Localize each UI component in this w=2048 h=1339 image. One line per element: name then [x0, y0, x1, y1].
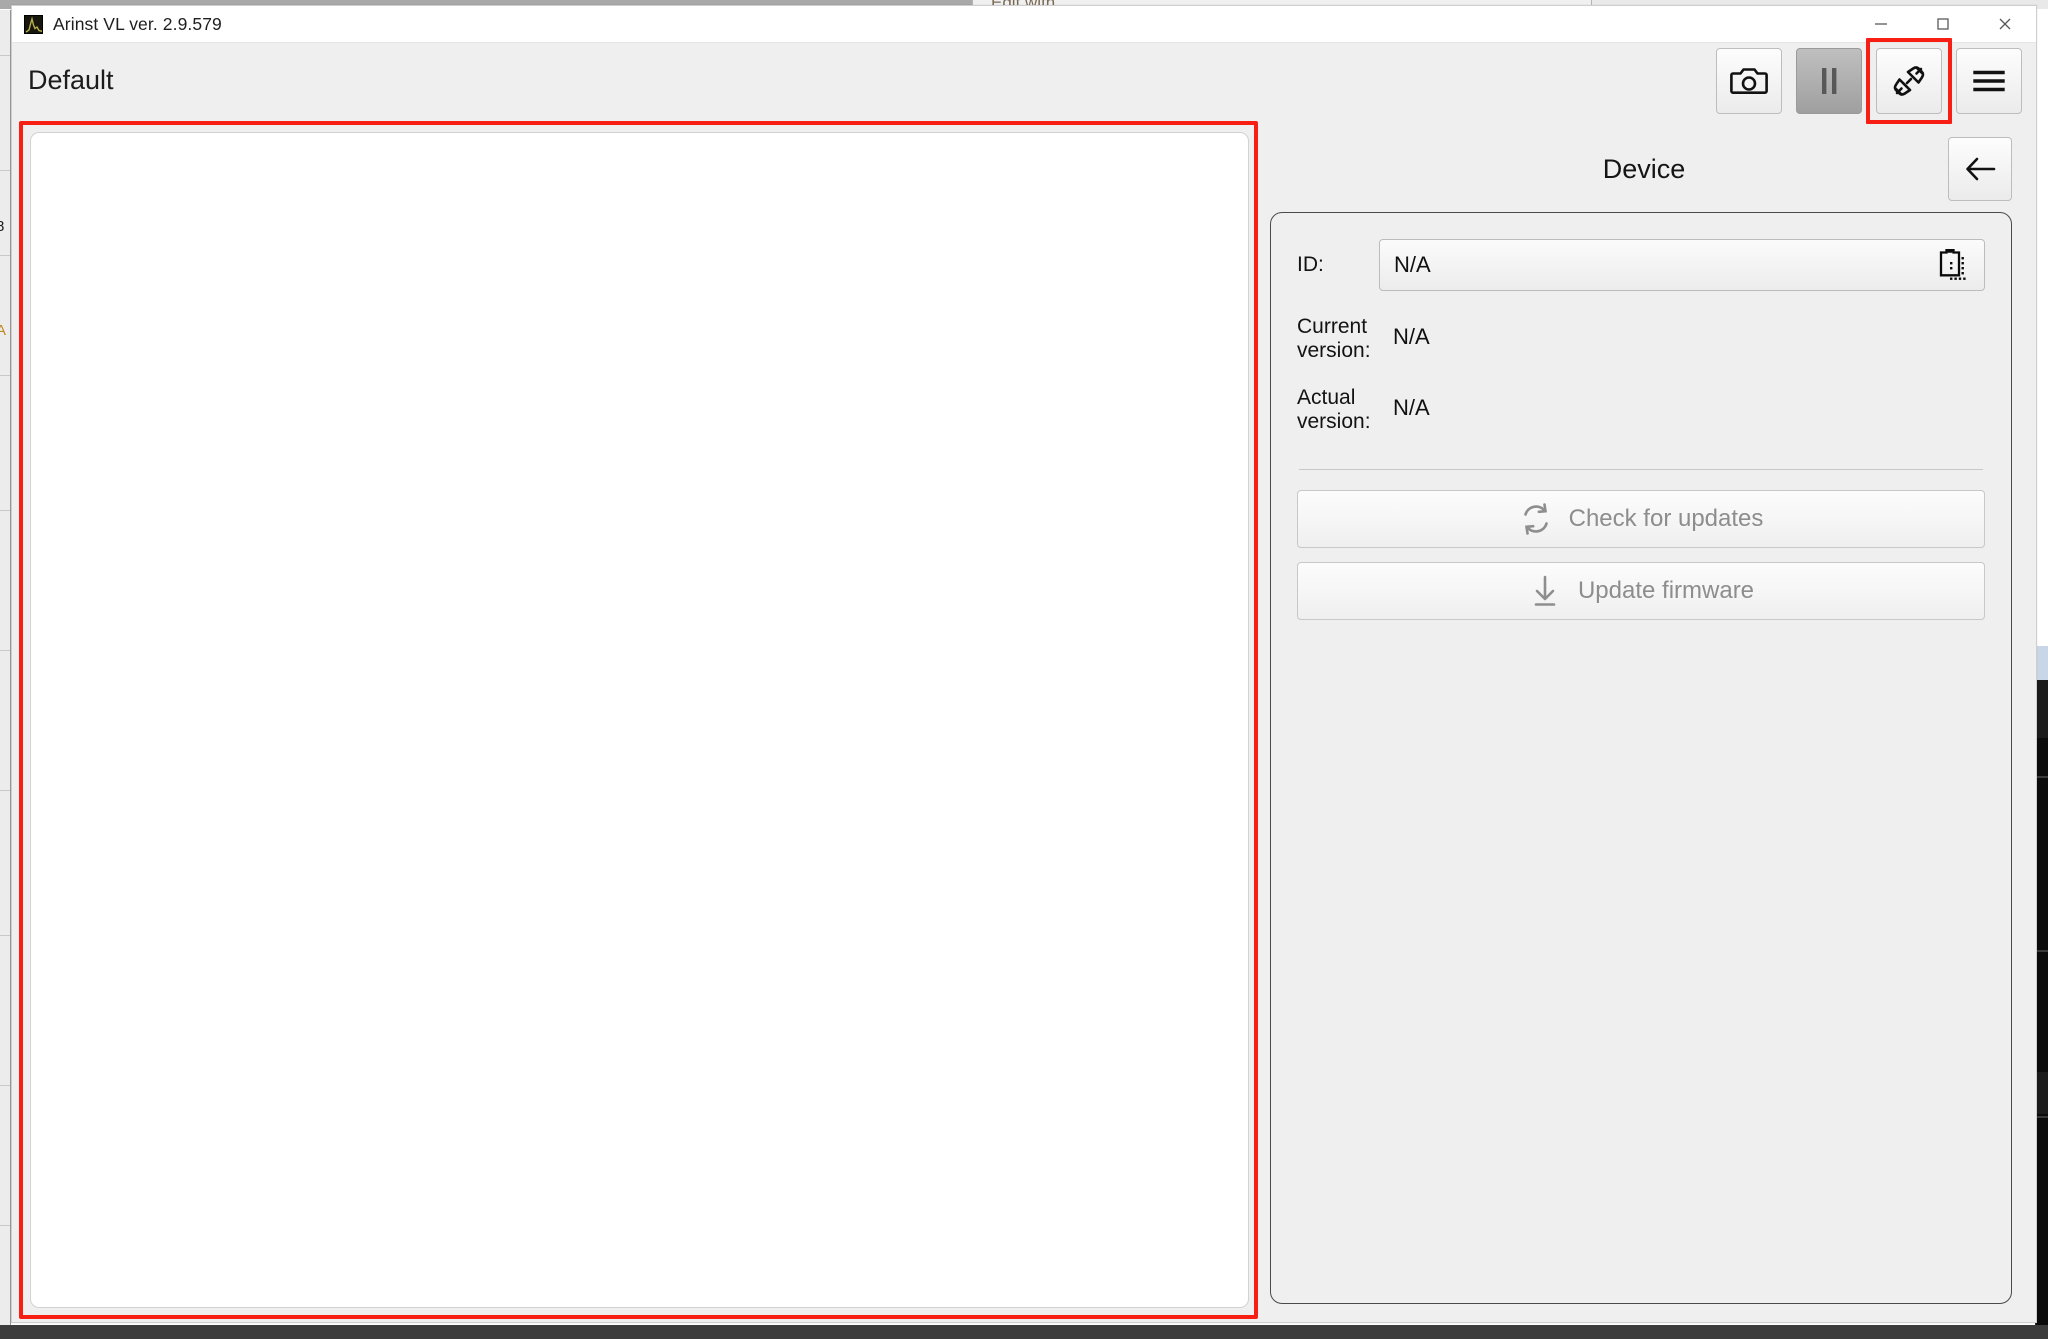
- download-icon: [1528, 574, 1562, 608]
- toolbar: Default: [12, 43, 2036, 118]
- actual-version-label-line1: Actual: [1297, 386, 1355, 409]
- actual-version-label-line2: version:: [1297, 410, 1371, 433]
- minimize-icon[interactable]: [1850, 6, 1912, 43]
- actual-version-row: Actual version: N/A: [1297, 384, 1985, 433]
- connect-device-button[interactable]: [1876, 48, 1942, 114]
- window-title: Arinst VL ver. 2.9.579: [53, 14, 222, 35]
- background-text-fragment-2: A: [0, 322, 6, 339]
- spectrum-icon: [24, 15, 43, 34]
- device-id-value: N/A: [1394, 252, 1431, 278]
- update-firmware-button[interactable]: Update firmware: [1297, 562, 1985, 620]
- pause-icon: [1811, 63, 1847, 99]
- camera-icon: [1729, 61, 1769, 101]
- refresh-icon: [1519, 502, 1553, 536]
- check-for-updates-button[interactable]: Check for updates: [1297, 490, 1985, 548]
- profile-name-label: Default: [28, 65, 114, 96]
- taskbar[interactable]: [0, 1325, 2048, 1339]
- device-id-field[interactable]: N/A: [1379, 239, 1985, 291]
- maximize-icon[interactable]: [1912, 6, 1974, 43]
- actual-version-value: N/A: [1393, 384, 1430, 421]
- device-panel-header: Device: [1270, 126, 2012, 212]
- device-panel-title: Device: [1270, 154, 1948, 185]
- pause-button[interactable]: [1796, 48, 1862, 114]
- chart-area-wrapper: [16, 118, 1258, 1322]
- current-version-label-line2: version:: [1297, 339, 1371, 362]
- plug-icon: [1888, 60, 1930, 102]
- back-button[interactable]: [1948, 137, 2012, 201]
- card-divider: [1299, 469, 1983, 470]
- close-icon[interactable]: [1974, 6, 2036, 43]
- clipboard-copy-icon[interactable]: [1936, 247, 1970, 283]
- device-side-panel: Device ID:: [1258, 118, 2036, 1322]
- current-version-label: Current version:: [1297, 313, 1379, 362]
- current-version-value: N/A: [1393, 313, 1430, 350]
- background-text-fragment-1: 8: [0, 218, 4, 235]
- chart-area[interactable]: [30, 132, 1249, 1308]
- screenshot-button[interactable]: [1716, 48, 1782, 114]
- device-id-row: ID: N/A: [1297, 239, 1985, 291]
- main-content: Device ID:: [12, 118, 2036, 1322]
- background-window-left-sliver: 8 A: [0, 10, 11, 1325]
- current-version-label-line1: Current: [1297, 315, 1367, 338]
- check-for-updates-label: Check for updates: [1569, 505, 1764, 533]
- hamburger-menu-icon: [1968, 60, 2010, 102]
- device-info-card: ID: N/A: [1270, 212, 2012, 1304]
- title-bar: Arinst VL ver. 2.9.579: [12, 6, 2036, 43]
- menu-button[interactable]: [1956, 48, 2022, 114]
- application-window: Arinst VL ver. 2.9.579 Default: [11, 5, 2037, 1323]
- device-id-label: ID:: [1297, 253, 1379, 277]
- current-version-row: Current version: N/A: [1297, 313, 1985, 362]
- actual-version-label: Actual version:: [1297, 384, 1379, 433]
- update-firmware-label: Update firmware: [1578, 577, 1754, 605]
- arrow-left-icon: [1960, 149, 2000, 189]
